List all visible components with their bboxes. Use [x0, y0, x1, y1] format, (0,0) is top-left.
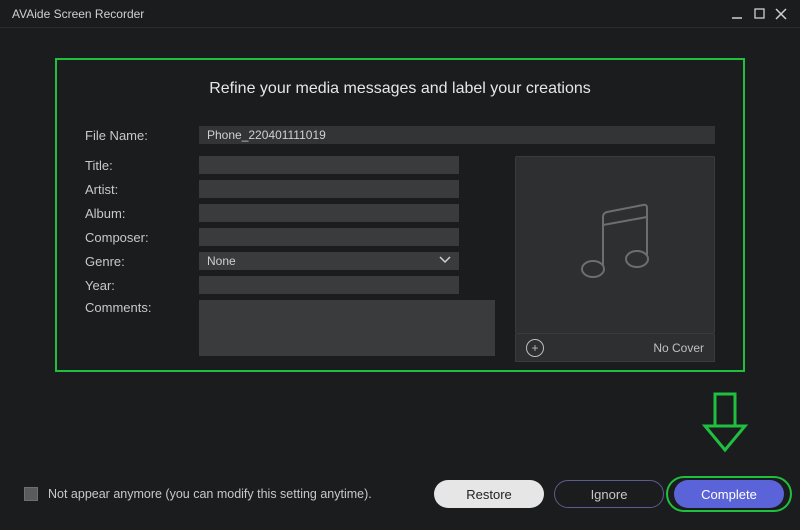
genre-value: None	[207, 254, 236, 268]
genre-select[interactable]: None	[199, 252, 459, 270]
comments-label: Comments:	[85, 300, 185, 315]
year-label: Year:	[85, 278, 185, 293]
app-title: AVAide Screen Recorder	[12, 7, 144, 21]
title-input[interactable]	[199, 156, 459, 174]
album-input[interactable]	[199, 204, 459, 222]
ignore-button[interactable]: Ignore	[554, 480, 664, 508]
music-note-icon	[565, 195, 665, 295]
artist-input[interactable]	[199, 180, 459, 198]
cover-panel: + No Cover	[515, 156, 715, 362]
comments-input[interactable]	[199, 300, 495, 356]
close-icon[interactable]	[770, 3, 792, 25]
chevron-down-icon	[439, 255, 451, 267]
artist-label: Artist:	[85, 182, 185, 197]
genre-label: Genre:	[85, 254, 185, 269]
maximize-icon[interactable]	[748, 3, 770, 25]
composer-input[interactable]	[199, 228, 459, 246]
arrow-down-icon	[695, 392, 755, 462]
title-label: Title:	[85, 158, 185, 173]
title-bar: AVAide Screen Recorder	[0, 0, 800, 28]
restore-button[interactable]: Restore	[434, 480, 544, 508]
add-cover-button[interactable]: +	[526, 339, 544, 357]
cover-preview	[515, 156, 715, 334]
footer-bar: Not appear anymore (you can modify this …	[0, 468, 800, 530]
year-input[interactable]	[199, 276, 459, 294]
filename-label: File Name:	[85, 128, 185, 143]
not-appear-label: Not appear anymore (you can modify this …	[48, 487, 424, 501]
metadata-panel: Refine your media messages and label you…	[60, 60, 740, 370]
complete-label: Complete	[701, 487, 757, 502]
not-appear-checkbox[interactable]	[24, 487, 38, 501]
composer-label: Composer:	[85, 230, 185, 245]
no-cover-label: No Cover	[653, 341, 704, 355]
album-label: Album:	[85, 206, 185, 221]
filename-input[interactable]	[199, 126, 715, 144]
panel-heading: Refine your media messages and label you…	[85, 80, 715, 98]
minimize-icon[interactable]	[726, 3, 748, 25]
complete-button[interactable]: Complete	[674, 480, 784, 508]
